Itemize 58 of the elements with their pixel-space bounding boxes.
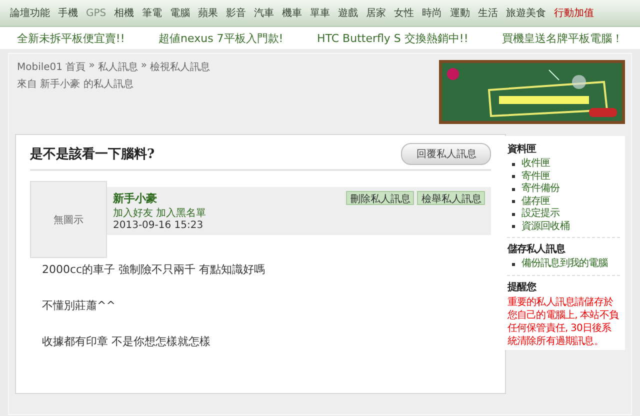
nav-link[interactable]: 女性 — [390, 6, 418, 20]
promo-link[interactable]: HTC Butterfly S 交換熱銷中!! — [317, 30, 468, 46]
nav-link[interactable]: 筆電 — [138, 6, 166, 20]
nav-link[interactable]: 電腦 — [166, 6, 194, 20]
bullet-icon — [512, 188, 516, 191]
message-paragraph: 不懂別莊蕭^^ — [42, 298, 116, 313]
bullet-icon — [512, 175, 516, 178]
nav-link[interactable]: 蘋果 — [194, 6, 222, 20]
sidebar-link[interactable]: 儲存匣 — [521, 196, 550, 208]
sidebar-link[interactable]: 寄件匣 — [521, 170, 550, 183]
sidebar-link[interactable]: 寄件備份 — [521, 183, 560, 196]
reminder-note: 重要的私人訊息請儲存於您自己的電腦上, 本站不負任何保管責任, 30日後系統清除所有過期訊息。 — [507, 296, 620, 348]
sender-link[interactable]: 加入黑名單 — [156, 206, 206, 220]
sidebar-link[interactable]: 設定提示 — [521, 208, 560, 220]
breadcrumb-link[interactable]: 檢視私人訊息 — [150, 60, 210, 74]
message-paragraph: 收據都有印章 不是你想怎樣就怎樣 — [42, 334, 212, 349]
bullet-icon — [512, 262, 516, 266]
breadcrumb-link[interactable]: Mobile01 首頁 — [17, 60, 86, 74]
sidebar-link[interactable]: 備份訊息到我的電腦 — [521, 258, 608, 270]
breadcrumb-link[interactable]: 私人訊息 — [98, 60, 138, 74]
sender-name[interactable]: 新手小豪 — [113, 191, 206, 206]
reply-button[interactable]: 回覆私人訊息 — [401, 143, 492, 165]
sidebar-heading: 資料匣 — [507, 142, 538, 156]
nav-link[interactable]: 論壇功能 — [6, 6, 54, 20]
action-button[interactable]: 檢舉私人訊息 — [417, 191, 486, 205]
nav-link[interactable]: 居家 — [362, 6, 390, 20]
promo-link[interactable]: 超値nexus 7平板入門款! — [158, 30, 284, 46]
nav-link[interactable]: 旅遊美食 — [502, 6, 550, 20]
message-date: 2013-09-16 15:23 — [113, 220, 204, 231]
nav-link[interactable]: 運動 — [446, 6, 474, 20]
nav-link[interactable]: 影音 — [222, 6, 250, 20]
nav-link[interactable]: 遊戲 — [334, 6, 362, 20]
sidebar-heading: 提醒您 — [507, 280, 538, 294]
action-button[interactable]: 刪除私人訊息 — [346, 191, 414, 205]
breadcrumb-separator: » — [88, 60, 95, 73]
promo-link[interactable]: 買機皇送名牌平板電腦！ — [502, 30, 624, 46]
message-paragraph: 2000cc的車子 強制險不只兩千 有點知識好嗎 — [42, 262, 266, 277]
page-subtitle: 來自 新手小豪 的私人訊息 — [17, 78, 134, 91]
bullet-icon — [512, 225, 516, 228]
sender-link[interactable]: 加入好友 — [113, 206, 153, 220]
bullet-icon — [512, 212, 516, 216]
promo-link[interactable]: 全新未拆平板便宜賣!! — [16, 30, 125, 46]
nav-link[interactable]: 單車 — [306, 6, 334, 20]
nav-link[interactable]: 行動加值 — [550, 6, 598, 20]
avatar-caption: 無圖示 — [54, 214, 84, 226]
nav-link[interactable]: 機車 — [278, 6, 306, 20]
bullet-icon — [512, 162, 516, 166]
sidebar-heading: 儲存私人訊息 — [507, 242, 566, 256]
nav-link[interactable]: 時尚 — [418, 6, 446, 20]
sidebar-link[interactable]: 資源回收桶 — [521, 220, 570, 233]
nav-link[interactable]: 手機 — [54, 6, 82, 20]
breadcrumb-separator: » — [140, 60, 147, 73]
nav-link[interactable]: 生活 — [474, 6, 502, 20]
bullet-icon — [512, 200, 516, 204]
nav-link[interactable]: 相機 — [110, 6, 138, 20]
message-title: 是不是該看一下腦料? — [30, 146, 155, 163]
sidebar-link[interactable]: 收件匣 — [521, 158, 550, 170]
nav-link[interactable]: 汽車 — [250, 6, 278, 20]
